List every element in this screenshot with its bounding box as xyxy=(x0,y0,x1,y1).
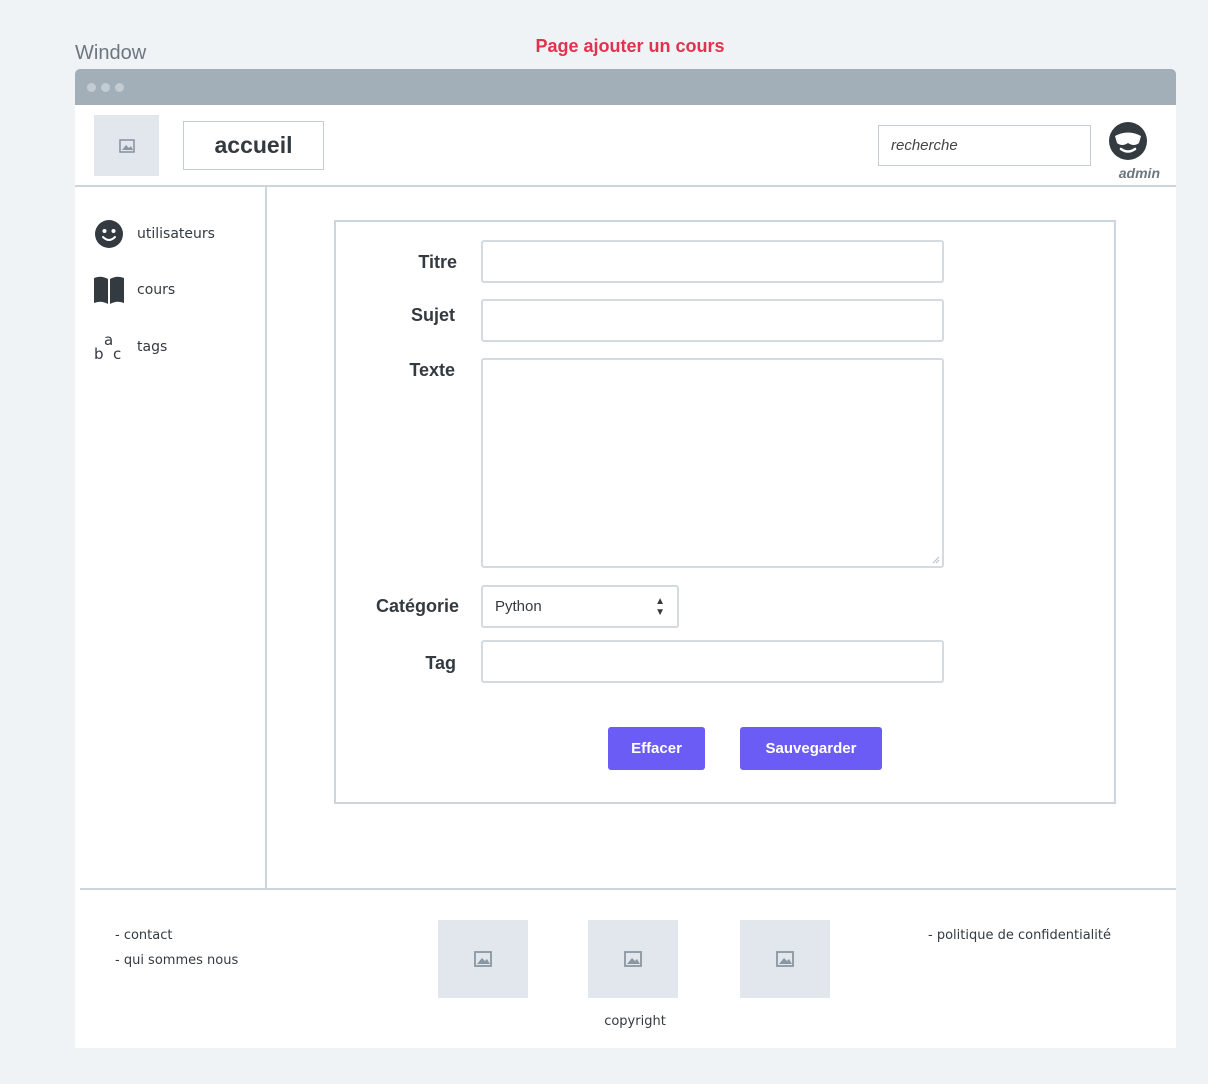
home-button[interactable]: accueil xyxy=(183,121,324,170)
search-input[interactable] xyxy=(878,125,1091,166)
footer-link-privacy[interactable]: - politique de confidentialité xyxy=(928,928,1111,943)
tag-input[interactable] xyxy=(481,640,944,683)
window-label: Window xyxy=(75,42,147,64)
logo-image[interactable] xyxy=(94,115,159,176)
page-title: Page ajouter un cours xyxy=(535,36,725,56)
window-close-dot[interactable] xyxy=(87,83,96,92)
text-label: Texte xyxy=(409,360,455,380)
svg-text:a: a xyxy=(104,332,113,349)
sidebar-item-cours[interactable]: cours xyxy=(93,273,263,307)
footer-link-about[interactable]: - qui sommes nous xyxy=(115,953,238,968)
footer-image-2 xyxy=(588,920,678,998)
footer-image-1 xyxy=(438,920,528,998)
image-icon xyxy=(776,951,794,967)
clear-button[interactable]: Effacer xyxy=(608,727,705,770)
book-icon xyxy=(93,274,125,306)
category-select[interactable]: Python ▲ ▼ xyxy=(481,585,679,628)
resize-handle-icon[interactable] xyxy=(932,556,940,564)
abc-icon: b a c xyxy=(93,331,125,363)
save-button[interactable]: Sauvegarder xyxy=(740,727,882,770)
svg-text:b: b xyxy=(94,345,104,362)
header-divider xyxy=(75,185,1176,187)
window-minimize-dot[interactable] xyxy=(101,83,110,92)
sidebar-item-label: cours xyxy=(137,282,176,298)
image-icon xyxy=(118,138,135,153)
window-maximize-dot[interactable] xyxy=(115,83,124,92)
sidebar-item-tags[interactable]: b a c tags xyxy=(93,330,263,364)
title-label: Titre xyxy=(418,252,457,272)
footer-link-contact[interactable]: - contact xyxy=(115,928,172,943)
category-selected-value: Python xyxy=(495,598,542,615)
subject-label: Sujet xyxy=(410,305,455,325)
svg-text:c: c xyxy=(113,345,121,362)
footer-image-3 xyxy=(740,920,830,998)
copyright-text: copyright xyxy=(604,1014,666,1029)
sidebar-divider xyxy=(265,186,267,889)
subject-input[interactable] xyxy=(481,299,944,342)
admin-avatar[interactable] xyxy=(1108,121,1148,161)
category-label: Catégorie xyxy=(375,596,459,616)
select-arrows-icon: ▲ ▼ xyxy=(655,595,665,618)
admin-label: admin xyxy=(1118,165,1160,181)
image-icon xyxy=(474,951,492,967)
sidebar-item-label: utilisateurs xyxy=(137,226,215,242)
window-titlebar xyxy=(75,69,1176,105)
tag-label: Tag xyxy=(425,653,456,673)
image-icon xyxy=(624,951,642,967)
app-window: accueil admin utilisateurs xyxy=(75,69,1176,1048)
title-input[interactable] xyxy=(481,240,944,283)
sidebar-item-utilisateurs[interactable]: utilisateurs xyxy=(93,217,263,251)
text-textarea[interactable] xyxy=(481,358,944,568)
user-avatar-icon xyxy=(1109,122,1147,160)
smiley-icon xyxy=(93,218,125,250)
footer-divider xyxy=(80,888,1176,890)
sidebar-item-label: tags xyxy=(137,339,168,355)
